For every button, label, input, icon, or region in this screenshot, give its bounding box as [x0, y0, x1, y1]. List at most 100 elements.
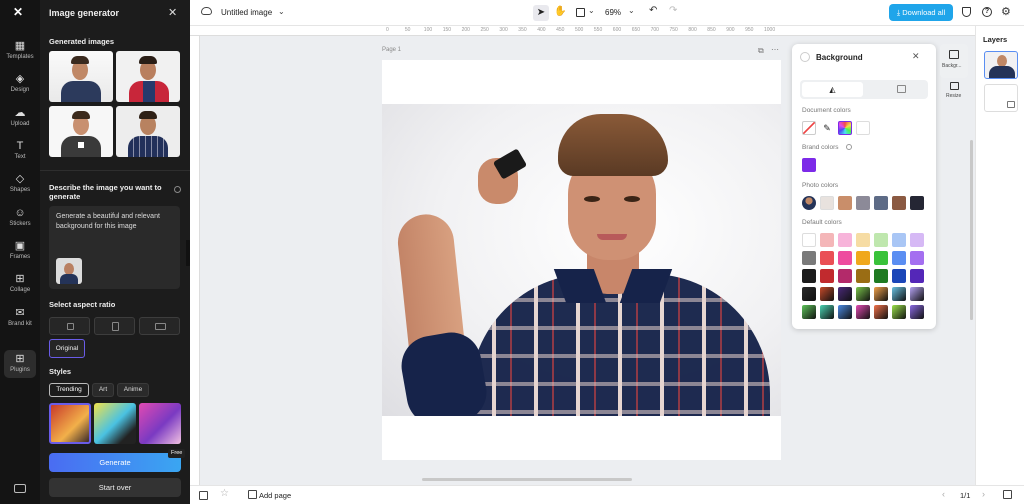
photo-color-swatch[interactable] [856, 196, 870, 210]
fullscreen-icon[interactable] [1003, 490, 1012, 499]
generated-image-3[interactable] [49, 106, 113, 157]
shield-icon[interactable] [962, 7, 971, 17]
default-color-swatch[interactable] [802, 233, 816, 247]
style-tab-art[interactable]: Art [92, 383, 114, 397]
gradient-picker-swatch[interactable] [838, 121, 852, 135]
rail-item-upload[interactable]: ☁ Upload [0, 107, 40, 127]
default-color-swatch[interactable] [892, 233, 906, 247]
default-color-swatch[interactable] [838, 233, 852, 247]
default-color-swatch[interactable] [838, 269, 852, 283]
default-color-swatch[interactable] [838, 251, 852, 265]
rail-item-shapes[interactable]: ◇ Shapes [0, 173, 40, 193]
pages-icon[interactable] [199, 491, 208, 500]
rail-item-design[interactable]: ◈ Design [0, 73, 40, 93]
default-color-swatch[interactable] [856, 287, 870, 301]
download-all-button[interactable]: ⤓ Download all [889, 4, 953, 21]
redo-icon[interactable]: ↷ [669, 5, 677, 16]
add-page-button[interactable]: Add page [259, 491, 291, 500]
rail-item-plugins[interactable]: ⊞ Plugins [4, 350, 36, 378]
brand-info-icon[interactable] [846, 144, 852, 150]
add-page-icon[interactable] [248, 490, 257, 499]
default-color-swatch[interactable] [874, 269, 888, 283]
info-icon[interactable] [174, 186, 181, 193]
style-tab-anime[interactable]: Anime [117, 383, 149, 397]
undo-icon[interactable]: ↶ [649, 5, 657, 16]
photo-color-swatch[interactable] [874, 196, 888, 210]
eyedropper-icon[interactable]: ✎ [820, 121, 834, 135]
settings-gear-icon[interactable]: ⚙ [1001, 5, 1011, 18]
default-color-swatch[interactable] [856, 305, 870, 319]
generated-image-4[interactable] [116, 106, 180, 157]
rail-item-brand-kit[interactable]: ✉ Brand kit [0, 307, 40, 328]
photo-color-swatch[interactable] [820, 196, 834, 210]
ratio-original-button[interactable]: Original [49, 339, 85, 358]
canvas-right-scrollbar[interactable] [970, 140, 973, 320]
default-color-swatch[interactable] [892, 269, 906, 283]
hand-tool-icon[interactable]: ✋ [554, 6, 566, 17]
select-tool-icon[interactable]: ➤ [533, 5, 549, 21]
default-color-swatch[interactable] [802, 269, 816, 283]
star-icon[interactable]: ☆ [220, 488, 229, 499]
photo-color-swatch[interactable] [838, 196, 852, 210]
default-color-swatch[interactable] [874, 305, 888, 319]
generated-image-2[interactable] [116, 51, 180, 102]
prompt-textarea[interactable]: Generate a beautiful and relevant backgr… [49, 206, 180, 289]
start-over-button[interactable]: Start over [49, 478, 181, 497]
horizontal-scrollbar[interactable] [422, 478, 632, 481]
default-color-swatch[interactable] [892, 251, 906, 265]
default-color-swatch[interactable] [856, 233, 870, 247]
default-color-swatch[interactable] [820, 233, 834, 247]
generated-image-1[interactable] [49, 51, 113, 102]
default-color-swatch[interactable] [910, 287, 924, 301]
default-color-swatch[interactable] [910, 233, 924, 247]
rail-item-stickers[interactable]: ☺ Stickers [0, 207, 40, 227]
default-color-swatch[interactable] [856, 269, 870, 283]
default-color-swatch[interactable] [910, 305, 924, 319]
ratio-square-button[interactable] [49, 317, 90, 335]
default-color-swatch[interactable] [802, 287, 816, 301]
main-image[interactable] [382, 104, 781, 416]
layer-item-background[interactable] [984, 84, 1018, 112]
help-icon[interactable]: ? [982, 7, 992, 17]
capcut-logo-icon[interactable]: ✕ [13, 6, 27, 18]
default-color-swatch[interactable] [820, 287, 834, 301]
canvas-page[interactable] [382, 60, 781, 460]
default-color-swatch[interactable] [874, 251, 888, 265]
default-color-swatch[interactable] [838, 287, 852, 301]
style-tab-trending[interactable]: Trending [49, 383, 89, 397]
reference-image-thumb[interactable] [56, 258, 82, 284]
no-color-swatch[interactable] [802, 121, 816, 135]
default-color-swatch[interactable] [910, 251, 924, 265]
photo-thumb-swatch[interactable] [802, 196, 816, 210]
ratio-landscape-button[interactable] [139, 317, 180, 335]
default-color-swatch[interactable] [892, 287, 906, 301]
default-color-swatch[interactable] [802, 305, 816, 319]
style-preview-1[interactable] [49, 403, 91, 444]
keyboard-icon[interactable] [14, 484, 26, 493]
image-fill-tab[interactable] [897, 85, 906, 93]
style-preview-3[interactable] [139, 403, 181, 444]
photo-color-swatch[interactable] [892, 196, 906, 210]
close-icon[interactable]: ✕ [168, 6, 177, 19]
brand-color-swatch[interactable] [802, 158, 816, 172]
default-color-swatch[interactable] [892, 305, 906, 319]
ratio-portrait-button[interactable] [94, 317, 135, 335]
photo-color-swatch[interactable] [910, 196, 924, 210]
next-page-icon[interactable]: › [982, 489, 985, 499]
default-color-swatch[interactable] [910, 269, 924, 283]
default-color-swatch[interactable] [802, 251, 816, 265]
background-close-icon[interactable]: ✕ [912, 51, 920, 62]
generate-button[interactable]: Generate [49, 453, 181, 472]
chevron-down-icon[interactable]: ⌄ [278, 7, 285, 16]
zoom-level[interactable]: 69% [605, 8, 621, 17]
page-duplicate-icon[interactable]: ⧉ [758, 46, 764, 56]
zoom-chevron-icon[interactable]: ⌄ [628, 6, 635, 15]
layer-item-image[interactable] [984, 51, 1018, 79]
cloud-icon[interactable] [201, 7, 212, 15]
default-color-swatch[interactable] [874, 233, 888, 247]
background-tab-button[interactable]: Backgr... [940, 44, 968, 78]
style-preview-2[interactable] [94, 403, 136, 444]
document-title[interactable]: Untitled image [221, 8, 272, 17]
default-color-swatch[interactable] [820, 305, 834, 319]
default-color-swatch[interactable] [856, 251, 870, 265]
